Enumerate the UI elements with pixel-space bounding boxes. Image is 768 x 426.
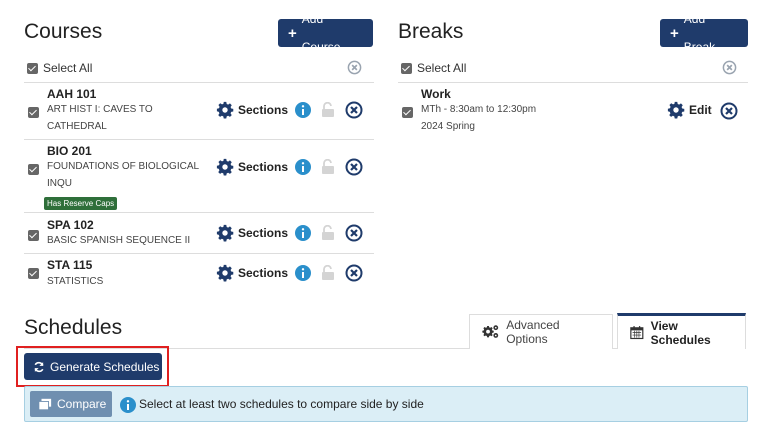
unlock-icon[interactable] [321, 159, 335, 175]
course-checkbox[interactable] [28, 107, 39, 118]
gear-icon [216, 101, 234, 119]
tab-advanced-options[interactable]: Advanced Options [469, 314, 613, 349]
divider [398, 82, 748, 83]
info-icon [120, 397, 136, 413]
divider [24, 82, 374, 83]
remove-icon[interactable] [720, 102, 738, 120]
select-all-label: Select All [43, 61, 93, 75]
course-code: SPA 102 [47, 218, 94, 232]
course-title-line: FOUNDATIONS OF BIOLOGICAL [47, 161, 200, 172]
remove-icon[interactable] [345, 224, 363, 242]
sections-label: Sections [238, 226, 289, 240]
sections-button[interactable]: Sections [216, 224, 288, 242]
breaks-select-all[interactable]: Select All [401, 61, 466, 75]
breaks-heading: Breaks [398, 20, 464, 43]
course-code: BIO 201 [47, 144, 92, 158]
select-all-checkbox[interactable] [27, 62, 38, 74]
remove-icon[interactable] [345, 158, 363, 176]
sections-label: Sections [238, 266, 289, 280]
sections-label: Sections [238, 103, 289, 117]
compare-button[interactable]: Compare [30, 391, 112, 417]
clear-all-icon[interactable] [722, 60, 737, 75]
sections-button[interactable]: Sections [216, 264, 288, 282]
gear-icon [667, 101, 685, 119]
course-title-line: BASIC SPANISH SEQUENCE II [47, 235, 191, 246]
gear-icon [216, 264, 234, 282]
course-checkbox[interactable] [28, 230, 39, 241]
add-break-label: Add Break [683, 12, 716, 54]
info-icon[interactable] [295, 225, 311, 241]
plus-icon: + [670, 24, 679, 42]
break-term: 2024 Spring [421, 121, 475, 132]
generate-label: Generate Schedules [50, 359, 160, 374]
sections-button[interactable]: Sections [216, 101, 288, 119]
gear-icon [216, 224, 234, 242]
refresh-icon [34, 361, 44, 372]
select-all-checkbox[interactable] [401, 62, 412, 74]
course-code: STA 115 [47, 258, 93, 272]
add-course-label: Add Course [301, 12, 341, 54]
info-icon[interactable] [295, 102, 311, 118]
course-checkbox[interactable] [28, 268, 39, 279]
tab-view-schedules[interactable]: View Schedules [617, 313, 746, 349]
clear-all-icon[interactable] [347, 60, 362, 75]
tab-label: View Schedules [650, 318, 711, 347]
info-icon[interactable] [295, 159, 311, 175]
unlock-icon[interactable] [321, 102, 335, 118]
tab-label: Advanced Options [506, 318, 560, 346]
sections-label: Sections [238, 160, 289, 174]
add-break-button[interactable]: + Add Break [660, 12, 748, 54]
plus-icon: + [288, 24, 297, 42]
remove-icon[interactable] [345, 264, 363, 282]
course-title-line: STATISTICS [47, 276, 104, 287]
schedules-heading: Schedules [24, 316, 123, 339]
compare-info-bar: Compare Select at least two schedules to… [24, 386, 748, 422]
remove-icon[interactable] [345, 101, 363, 119]
compare-hint-text: Select at least two schedules to compare… [139, 397, 424, 411]
unlock-icon[interactable] [321, 265, 335, 281]
course-title-line: ART HIST I: CAVES TO [47, 104, 153, 115]
unlock-icon[interactable] [321, 225, 335, 241]
sections-button[interactable]: Sections [216, 158, 288, 176]
break-name: Work [421, 87, 451, 101]
copy-icon [38, 398, 52, 410]
select-all-label: Select All [417, 61, 467, 75]
compare-label: Compare [57, 397, 107, 411]
course-code: AAH 101 [47, 87, 97, 101]
divider [613, 348, 617, 349]
course-checkbox[interactable] [28, 164, 39, 175]
divider [24, 139, 374, 140]
gears-icon [482, 325, 499, 338]
add-course-button[interactable]: + Add Course [278, 12, 373, 54]
calendar-icon [630, 326, 644, 340]
course-title-line: CATHEDRAL [47, 121, 107, 132]
break-checkbox[interactable] [402, 107, 413, 118]
info-icon[interactable] [295, 265, 311, 281]
courses-select-all[interactable]: Select All [27, 61, 92, 75]
edit-label: Edit [689, 103, 712, 117]
course-title-line: INQU [47, 178, 72, 189]
divider [24, 212, 374, 213]
break-time: MTh - 8:30am to 12:30pm [421, 104, 537, 115]
reserve-caps-badge: Has Reserve Caps [44, 197, 118, 210]
divider [24, 253, 374, 254]
generate-schedules-button[interactable]: Generate Schedules [24, 353, 162, 380]
edit-break-button[interactable]: Edit [667, 101, 712, 119]
gear-icon [216, 158, 234, 176]
courses-heading: Courses [24, 20, 103, 43]
